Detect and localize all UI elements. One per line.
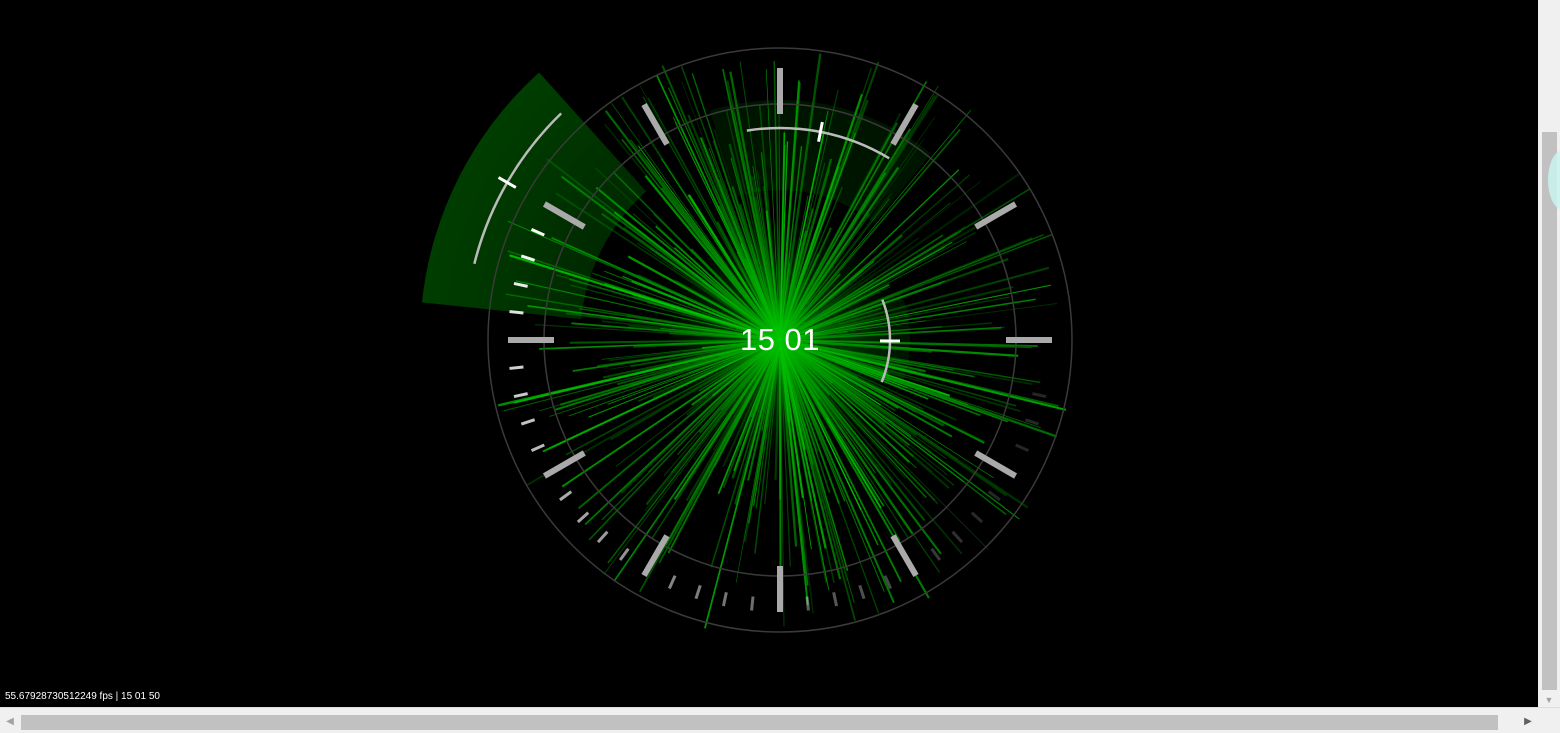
minute-tick — [509, 310, 524, 315]
hour-tick — [542, 450, 586, 479]
minute-tick — [667, 575, 677, 590]
minute-tick — [520, 418, 536, 426]
minute-tick — [1015, 443, 1030, 453]
minute-tick — [1032, 392, 1047, 399]
triangle-down-icon: ▼ — [1544, 695, 1554, 705]
triangle-right-icon: ▶ — [1524, 716, 1532, 727]
minute-tick — [530, 443, 545, 453]
minute-tick — [721, 592, 728, 607]
minute-tick — [832, 592, 839, 607]
minute-tick — [750, 596, 755, 611]
minute-tick — [970, 511, 984, 524]
minute-tick — [951, 530, 964, 544]
horizontal-scrollbar-thumb[interactable] — [21, 715, 1498, 730]
minute-tick — [987, 490, 1001, 502]
clock-time-label: 15 01 — [739, 322, 821, 357]
vertical-scrollbar-thumb[interactable] — [1542, 132, 1557, 690]
minute-tick — [513, 392, 528, 399]
minute-tick — [559, 490, 573, 502]
scroll-down-button[interactable]: ▼ — [1538, 693, 1560, 707]
minute-tick — [509, 365, 524, 370]
seconds-sector — [421, 72, 647, 320]
minute-tick — [694, 584, 702, 600]
clock-canvas: 15 01 55.67928730512249 fps | 15 01 50 — [0, 0, 1538, 707]
hour-tick — [974, 201, 1018, 230]
minute-tick — [805, 596, 810, 611]
fps-status-text: 55.67928730512249 fps | 15 01 50 — [5, 691, 160, 702]
scroll-left-button[interactable]: ◀ — [2, 714, 18, 730]
minute-tick — [596, 530, 609, 544]
minute-tick — [576, 511, 590, 524]
triangle-left-icon: ◀ — [6, 716, 14, 727]
scroll-right-button[interactable]: ▶ — [1520, 714, 1536, 730]
minute-tick — [858, 584, 866, 600]
hour-tick — [974, 450, 1018, 479]
hour-tick — [890, 534, 919, 578]
